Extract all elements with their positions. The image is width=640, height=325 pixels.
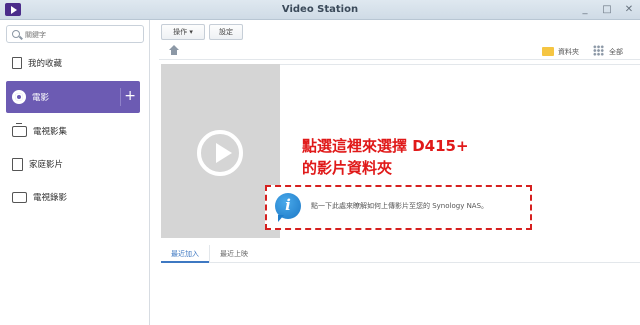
annotation-text: 點選這裡來選擇 D415+ 的影片資料夾 [302,135,469,179]
search-box[interactable] [6,25,144,43]
search-icon [12,30,20,38]
annotation-line-1: 點選這裡來選擇 D415+ [302,137,469,155]
window-title: Video Station [281,4,359,15]
main-panel: 操作 ▾ 設定 資料夾 全部 點選這裡來選擇 D415+ 的影片資料夾 i 點一… [151,20,640,325]
minimize-icon[interactable]: _ [578,3,592,16]
window-controls: _ □ ✕ [578,3,636,16]
sidebar-item-movies[interactable]: 電影 + [6,81,140,113]
play-icon[interactable] [197,130,243,176]
add-library-button[interactable]: + [120,88,136,106]
maximize-icon[interactable]: □ [600,3,614,16]
sidebar-item-home-videos[interactable]: 家庭影片 [0,149,150,179]
title-bar: Video Station _ □ ✕ [0,0,640,20]
sidebar-item-label: 家庭影片 [29,160,64,170]
breadcrumb-bar: 資料夾 全部 [159,42,640,60]
tv-show-icon [12,122,27,137]
sidebar-nav: 我的收藏 電影 + 電視影集 家庭影片 電視錄影 [0,48,150,215]
upload-help-callout[interactable]: i 點一下此處來瞭解如何上傳影片至您的 Synology NAS。 [265,185,532,230]
settings-button[interactable]: 設定 [209,24,243,40]
sidebar-item-label: 電視影集 [33,127,68,137]
close-icon[interactable]: ✕ [622,3,636,16]
search-input[interactable] [25,28,135,41]
folder-view-label[interactable]: 資料夾 [558,47,579,57]
tab-bar: 最近加入 最近上映 [161,245,640,263]
sidebar-item-label: 電視錄影 [33,193,68,203]
home-icon[interactable] [169,45,179,55]
home-video-icon [12,157,23,171]
tab-recently-released[interactable]: 最近上映 [209,245,258,263]
action-button[interactable]: 操作 ▾ [161,24,205,40]
folder-icon[interactable] [542,47,554,56]
tab-recently-added[interactable]: 最近加入 [161,245,209,263]
sidebar-item-label: 電影 [32,93,50,103]
sidebar-item-tv-recordings[interactable]: 電視錄影 [0,182,150,212]
sidebar-item-label: 我的收藏 [28,59,63,69]
favorites-icon [12,57,22,69]
sidebar-item-tv-shows[interactable]: 電視影集 [0,116,150,146]
grid-icon[interactable] [593,45,604,56]
sidebar: 我的收藏 電影 + 電視影集 家庭影片 電視錄影 [0,20,150,325]
all-view-label[interactable]: 全部 [609,47,623,57]
annotation-line-2: 的影片資料夾 [302,159,393,177]
video-poster-placeholder[interactable] [161,64,280,238]
sidebar-item-favorites[interactable]: 我的收藏 [0,48,150,78]
upload-help-link[interactable]: 點一下此處來瞭解如何上傳影片至您的 Synology NAS。 [311,201,488,211]
toolbar: 操作 ▾ 設定 [151,20,640,42]
movie-reel-icon [12,90,26,104]
tv-recording-icon [12,191,27,203]
